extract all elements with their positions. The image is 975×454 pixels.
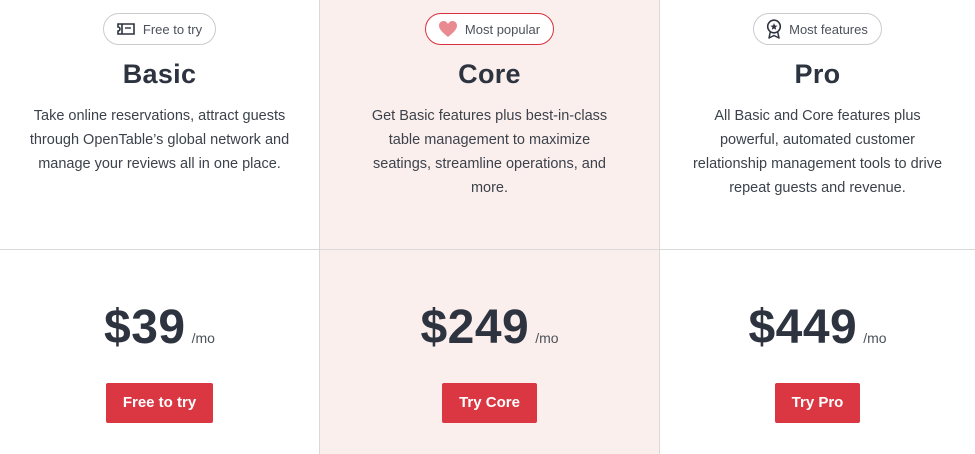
plan-header: Most features Pro All Basic and Core fea… bbox=[660, 0, 975, 250]
plan-price: $39 bbox=[104, 301, 186, 354]
free-to-try-button[interactable]: Free to try bbox=[105, 383, 214, 423]
award-ribbon-icon bbox=[766, 19, 782, 39]
plan-basic: Free to try Basic Take online reservatio… bbox=[0, 0, 319, 454]
plan-title: Pro bbox=[794, 59, 841, 89]
plan-header: Free to try Basic Take online reservatio… bbox=[0, 0, 319, 250]
ticket-icon bbox=[116, 22, 136, 36]
try-core-button[interactable]: Try Core bbox=[442, 383, 537, 423]
plan-price: $249 bbox=[420, 301, 530, 354]
price-row: $39 /mo bbox=[0, 300, 319, 355]
plan-title: Basic bbox=[122, 59, 197, 89]
plan-badge: Most features bbox=[753, 13, 882, 45]
plan-pricing: $249 /mo Try Core bbox=[320, 250, 659, 423]
plan-header: Most popular Core Get Basic features plu… bbox=[320, 0, 659, 250]
badge-label: Free to try bbox=[142, 21, 203, 37]
plan-price: $449 bbox=[748, 301, 858, 354]
heart-icon bbox=[438, 20, 458, 38]
price-period: /mo bbox=[191, 330, 215, 346]
plan-description: All Basic and Core features plus powerfu… bbox=[692, 108, 943, 196]
plan-pricing: $449 /mo Try Pro bbox=[660, 250, 975, 423]
price-row: $449 /mo bbox=[660, 300, 975, 355]
price-period: /mo bbox=[535, 330, 559, 346]
price-row: $249 /mo bbox=[320, 300, 659, 355]
plan-core: Most popular Core Get Basic features plu… bbox=[319, 0, 660, 454]
pricing-table: Free to try Basic Take online reservatio… bbox=[0, 0, 975, 454]
try-pro-button[interactable]: Try Pro bbox=[774, 383, 861, 423]
plan-pricing: $39 /mo Free to try bbox=[0, 250, 319, 423]
plan-description: Take online reservations, attract guests… bbox=[29, 108, 290, 172]
plan-badge: Free to try bbox=[102, 13, 217, 45]
plan-pro: Most features Pro All Basic and Core fea… bbox=[660, 0, 975, 454]
plan-description: Get Basic features plus best-in-class ta… bbox=[371, 108, 608, 196]
badge-label: Most features bbox=[789, 21, 868, 37]
plan-title: Core bbox=[458, 59, 521, 89]
badge-label: Most popular bbox=[464, 21, 541, 37]
price-period: /mo bbox=[863, 330, 887, 346]
plan-badge: Most popular bbox=[424, 13, 555, 45]
